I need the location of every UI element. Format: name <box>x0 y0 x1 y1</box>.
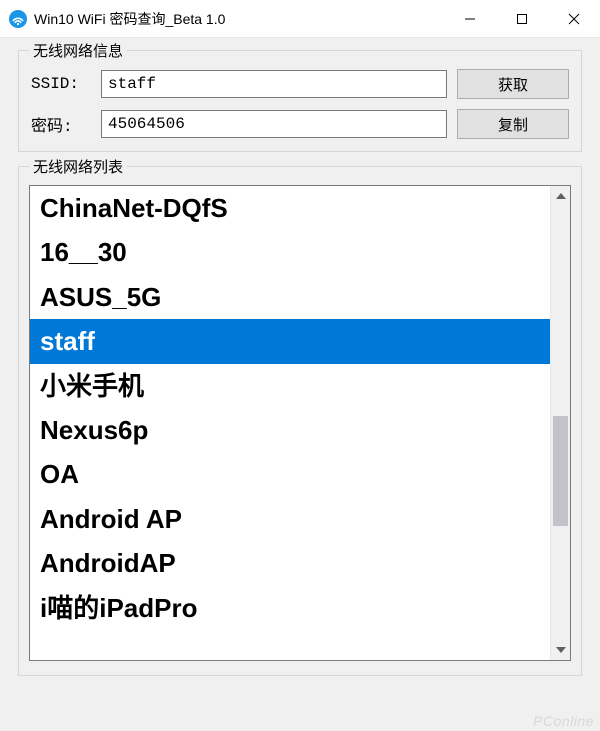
scroll-up-button[interactable] <box>551 186 570 206</box>
list-item[interactable]: ChinaNet-DQfS <box>30 186 550 230</box>
password-row: 密码: 复制 <box>31 109 569 139</box>
window-controls <box>444 0 600 37</box>
minimize-button[interactable] <box>444 0 496 38</box>
list-item[interactable]: 16__30 <box>30 230 550 274</box>
list-item[interactable]: i喵的iPadPro <box>30 586 550 630</box>
wifi-listbox[interactable]: ChinaNet-DQfS16__30ASUS_5Gstaff小米手机Nexus… <box>30 186 550 660</box>
list-item[interactable]: 小米手机 <box>30 364 550 408</box>
list-item[interactable]: Nexus6p <box>30 408 550 452</box>
list-item[interactable]: staff <box>30 319 550 363</box>
ssid-label: SSID: <box>31 75 101 93</box>
list-item[interactable]: AndroidAP <box>30 541 550 585</box>
wifi-info-group: 无线网络信息 SSID: 获取 密码: 复制 <box>18 50 582 152</box>
password-label: 密码: <box>31 112 101 136</box>
list-item[interactable]: OA <box>30 452 550 496</box>
close-button[interactable] <box>548 0 600 38</box>
wifi-list-group: 无线网络列表 ChinaNet-DQfS16__30ASUS_5Gstaff小米… <box>18 166 582 676</box>
copy-button[interactable]: 复制 <box>457 109 569 139</box>
list-item[interactable]: ASUS_5G <box>30 275 550 319</box>
scroll-thumb[interactable] <box>553 416 568 526</box>
scroll-down-button[interactable] <box>551 640 570 660</box>
window-title: Win10 WiFi 密码查询_Beta 1.0 <box>34 9 444 29</box>
ssid-row: SSID: 获取 <box>31 69 569 99</box>
password-input[interactable] <box>101 110 447 138</box>
wifi-info-legend: 无线网络信息 <box>29 40 127 61</box>
wifi-list-legend: 无线网络列表 <box>29 156 127 177</box>
get-button[interactable]: 获取 <box>457 69 569 99</box>
watermark: PConline <box>533 713 594 729</box>
maximize-button[interactable] <box>496 0 548 38</box>
list-item[interactable]: Android AP <box>30 497 550 541</box>
app-icon <box>8 9 28 29</box>
scrollbar[interactable] <box>550 186 570 660</box>
titlebar: Win10 WiFi 密码查询_Beta 1.0 <box>0 0 600 38</box>
client-area: 无线网络信息 SSID: 获取 密码: 复制 无线网络列表 ChinaNet-D… <box>0 38 600 731</box>
ssid-input[interactable] <box>101 70 447 98</box>
wifi-list-container: ChinaNet-DQfS16__30ASUS_5Gstaff小米手机Nexus… <box>29 185 571 661</box>
